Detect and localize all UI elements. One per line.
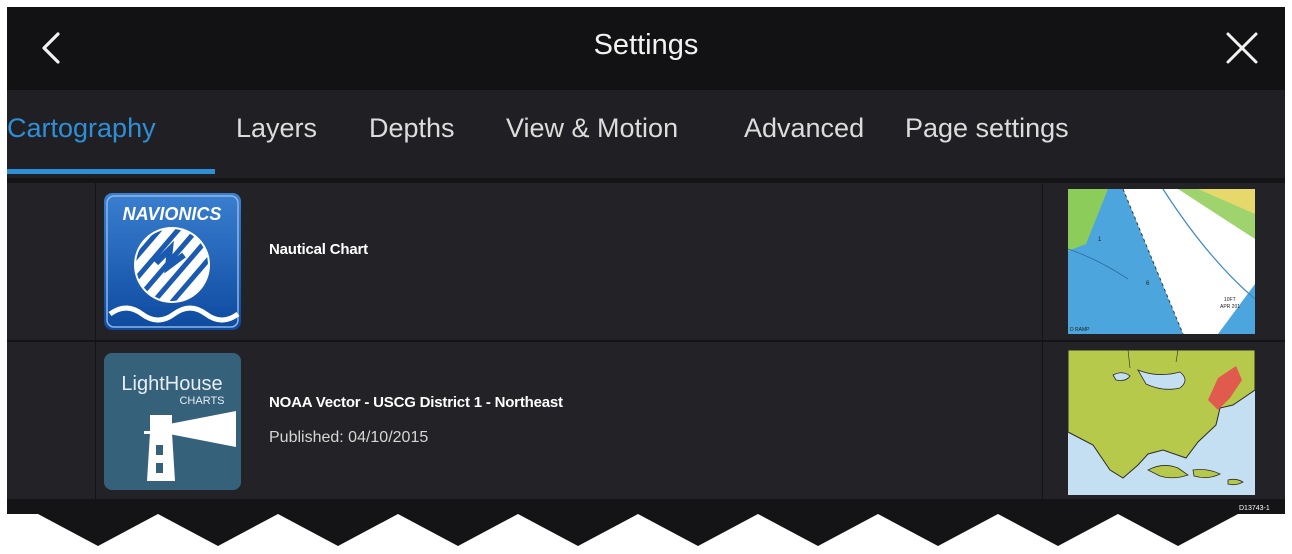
torn-edge bbox=[0, 514, 1292, 554]
figure-code: D13743-1 bbox=[1239, 505, 1270, 512]
